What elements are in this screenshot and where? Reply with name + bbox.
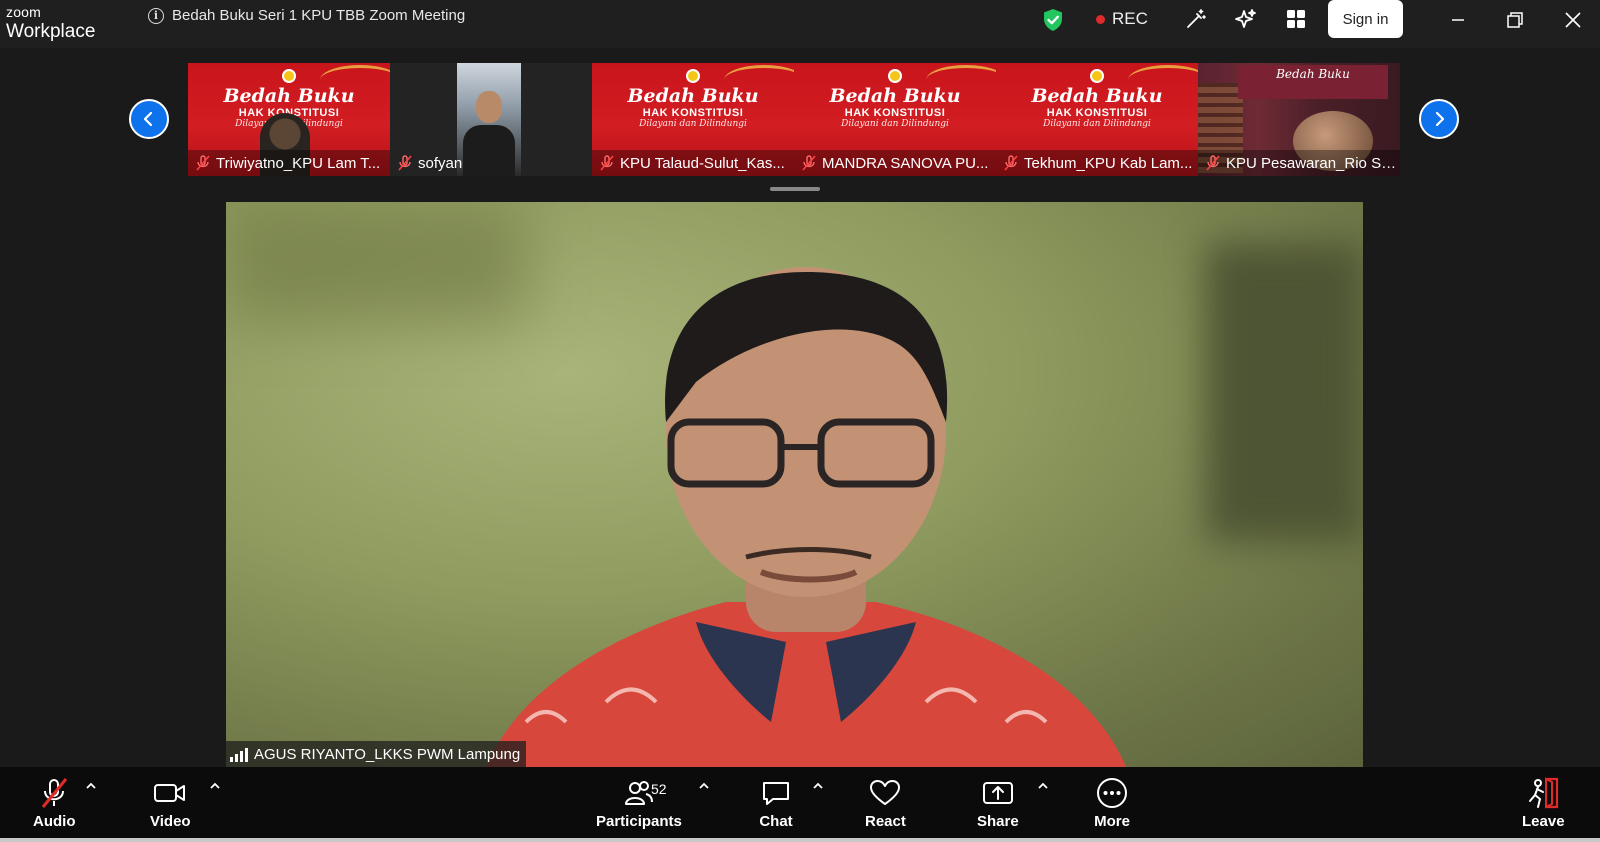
mic-muted-icon bbox=[42, 778, 68, 808]
participant-name-label: MANDRA SANOVA PU... bbox=[794, 150, 996, 176]
speaker-name: AGUS RIYANTO_LKKS PWM Lampung bbox=[254, 745, 521, 763]
mic-muted-icon bbox=[600, 155, 614, 171]
kpu-logo-icon bbox=[888, 69, 902, 83]
zoom-workplace-logo: zoom Workplace bbox=[6, 5, 95, 41]
kpu-logo-icon bbox=[686, 69, 700, 83]
participants-button[interactable]: 52 Participants bbox=[596, 777, 682, 830]
participants-options-chevron-up-icon[interactable] bbox=[697, 779, 711, 793]
meeting-title[interactable]: i Bedah Buku Seri 1 KPU TBB Zoom Meeting bbox=[148, 7, 465, 24]
poster-subtitle: HAK KONSTITUSI bbox=[844, 107, 946, 119]
participant-name-label: Triwiyatno_KPU Lam T... bbox=[188, 150, 390, 176]
chevron-left-icon bbox=[143, 111, 153, 127]
meeting-controls-toolbar: Audio Video 52 Participants Chat React S… bbox=[0, 767, 1600, 842]
close-icon[interactable] bbox=[1561, 8, 1585, 32]
participant-name-label: KPU Talaud-Sulut_Kas... bbox=[592, 150, 794, 176]
poster-tagline: Dilayani dan Dilindungi bbox=[639, 119, 747, 129]
participants-label: Participants bbox=[596, 813, 682, 830]
participant-tile[interactable]: Bedah Buku HAK KONSTITUSI Dilayani dan D… bbox=[188, 63, 390, 176]
kpu-logo-icon bbox=[1090, 69, 1104, 83]
share-screen-icon bbox=[982, 782, 1013, 804]
more-button[interactable]: More bbox=[1094, 777, 1130, 830]
window-bottom-edge bbox=[0, 838, 1600, 842]
video-camera-icon bbox=[154, 784, 186, 802]
audio-button[interactable]: Audio bbox=[33, 777, 76, 830]
connection-signal-icon bbox=[230, 747, 248, 762]
mic-muted-icon bbox=[398, 155, 412, 171]
leave-meeting-icon bbox=[1529, 777, 1559, 809]
poster-tagline: Dilayani dan Dilindungi bbox=[841, 119, 949, 129]
audio-options-chevron-up-icon[interactable] bbox=[84, 779, 98, 793]
audio-label: Audio bbox=[33, 813, 76, 830]
react-button[interactable]: React bbox=[865, 777, 906, 830]
participant-name-label: Tekhum_KPU Kab Lam... bbox=[996, 150, 1198, 176]
poster-tagline: Dilayani dan Dilindungi bbox=[1043, 119, 1151, 129]
minimize-icon[interactable] bbox=[1446, 8, 1470, 32]
rec-label: REC bbox=[1112, 9, 1148, 28]
sign-in-button[interactable]: Sign in bbox=[1328, 0, 1403, 38]
thumbnail-list: Bedah Buku HAK KONSTITUSI Dilayani dan D… bbox=[188, 63, 1400, 176]
chat-bubble-icon bbox=[763, 782, 789, 805]
heart-react-icon bbox=[870, 780, 901, 805]
brand-top: zoom bbox=[6, 4, 42, 20]
active-speaker-video[interactable] bbox=[226, 202, 1363, 767]
title-bar: zoom Workplace i Bedah Buku Seri 1 KPU T… bbox=[0, 0, 1600, 48]
previous-page-button[interactable] bbox=[129, 99, 169, 139]
more-label: More bbox=[1094, 813, 1130, 830]
meeting-title-text: Bedah Buku Seri 1 KPU TBB Zoom Meeting bbox=[172, 7, 466, 24]
kpu-logo-icon bbox=[282, 69, 296, 83]
video-label: Video bbox=[150, 813, 191, 830]
mic-muted-icon bbox=[1004, 155, 1018, 171]
video-button[interactable]: Video bbox=[150, 777, 191, 830]
recording-indicator[interactable]: REC bbox=[1096, 9, 1148, 29]
strip-resize-handle[interactable] bbox=[770, 187, 820, 191]
info-icon[interactable]: i bbox=[148, 7, 164, 24]
brand-bottom: Workplace bbox=[6, 21, 96, 42]
participant-tile[interactable]: Bedah Buku HAK KONSTITUSI Dilayani dan D… bbox=[592, 63, 794, 176]
mic-muted-icon bbox=[1206, 155, 1220, 171]
mic-muted-icon bbox=[802, 155, 816, 171]
poster-subtitle: HAK KONSTITUSI bbox=[1046, 107, 1148, 119]
chat-options-chevron-up-icon[interactable] bbox=[811, 779, 825, 793]
magic-wand-icon[interactable] bbox=[1184, 7, 1208, 31]
share-button[interactable]: Share bbox=[977, 777, 1019, 830]
chat-button[interactable]: Chat bbox=[758, 777, 794, 830]
speaker-figure bbox=[486, 267, 1126, 767]
more-options-icon bbox=[1097, 778, 1127, 808]
participant-tile[interactable]: Bedah Buku HAK KONSTITUSI Dilayani dan D… bbox=[996, 63, 1198, 176]
participant-name-label: sofyan bbox=[390, 150, 592, 176]
restore-icon[interactable] bbox=[1503, 8, 1527, 32]
participant-name-label: KPU Pesawaran_Rio Sh... bbox=[1198, 150, 1400, 176]
recording-dot-icon bbox=[1096, 14, 1105, 24]
share-options-chevron-up-icon[interactable] bbox=[1036, 779, 1050, 793]
react-label: React bbox=[865, 813, 906, 830]
share-label: Share bbox=[977, 813, 1019, 830]
participant-tile[interactable]: Bedah Buku KPU Pesawaran_Rio Sh... bbox=[1198, 63, 1400, 176]
leave-button[interactable]: Leave bbox=[1522, 777, 1565, 830]
shield-icon[interactable] bbox=[1042, 8, 1064, 32]
event-banner: Bedah Buku bbox=[1238, 65, 1388, 99]
active-speaker-name-label: AGUS RIYANTO_LKKS PWM Lampung bbox=[226, 741, 527, 767]
participant-count-badge: 52 bbox=[650, 781, 667, 797]
chevron-right-icon bbox=[1435, 111, 1445, 127]
participant-tile[interactable]: Bedah Buku HAK KONSTITUSI Dilayani dan D… bbox=[794, 63, 996, 176]
apps-grid-icon[interactable] bbox=[1284, 7, 1308, 31]
next-page-button[interactable] bbox=[1419, 99, 1459, 139]
participants-icon bbox=[624, 781, 653, 805]
leave-label: Leave bbox=[1522, 813, 1565, 830]
poster-subtitle: HAK KONSTITUSI bbox=[642, 107, 744, 119]
participant-tile[interactable]: sofyan bbox=[390, 63, 592, 176]
ai-companion-sparkle-icon[interactable] bbox=[1234, 7, 1258, 31]
chat-label: Chat bbox=[759, 813, 793, 830]
video-options-chevron-up-icon[interactable] bbox=[208, 779, 222, 793]
mic-muted-icon bbox=[196, 155, 210, 171]
